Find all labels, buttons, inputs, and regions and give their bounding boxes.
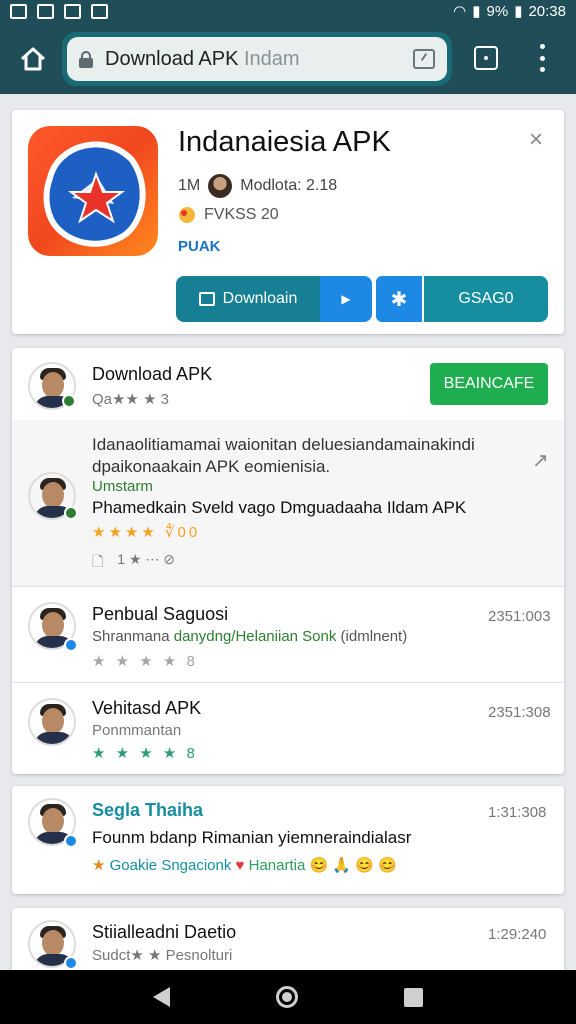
url-bar[interactable]: Download APK Indam <box>62 32 452 86</box>
status-time: 20:38 <box>528 2 566 20</box>
photo-icon <box>91 3 108 19</box>
review-author: Download APK <box>92 364 213 384</box>
reviews-card: Download APK Qa★★ ★ 3 BEAINCAFE Idanaoli… <box>12 348 564 774</box>
download-options-button[interactable]: ▶ <box>320 276 372 322</box>
extra-action-button[interactable]: GSAG0 <box>424 276 548 322</box>
close-icon[interactable]: × <box>526 128 546 152</box>
wifi-icon: ◠ <box>453 3 467 20</box>
overflow-menu-icon[interactable] <box>538 44 546 72</box>
divider <box>12 682 564 683</box>
review-card: Segla Thaiha 1:31:308 Founm bdanp Rimani… <box>12 786 564 894</box>
review-author: Stiialleadni Daetio <box>92 922 237 942</box>
verified-badge-icon <box>64 956 78 970</box>
status-bar: ◠ ▮ 9% ▮ 20:38 <box>0 0 576 22</box>
battery-icon: ▮ <box>514 3 523 20</box>
back-icon[interactable] <box>153 987 170 1007</box>
verified-badge-icon <box>64 506 78 520</box>
review-rating: ★★★★ ∜00 <box>92 524 201 541</box>
app-icon <box>28 126 158 256</box>
review-date: 1:29:240 <box>488 926 547 943</box>
verified-badge-icon <box>64 834 78 848</box>
url-text[interactable]: Download APK Indam <box>105 48 300 71</box>
review-tags: ★ Goakie Sngacionk ♥ Hanartia 😊 🙏 😊 😊 <box>92 857 397 874</box>
review-text: Phamedkain Sveld vago Dmguadaaha Ildam A… <box>92 498 467 517</box>
like-icon[interactable]: 🗋 <box>92 551 103 575</box>
review-actions-text[interactable]: 1 ★ ⋯ ⊘ <box>117 551 175 575</box>
review-sub: Shranmana danydng/Helaniian Sonk (idmlne… <box>92 628 408 645</box>
app-label: PUAK <box>178 238 221 255</box>
home-nav-icon[interactable] <box>276 986 298 1008</box>
review-rating: ★ ★ ★ ★ 8 <box>92 745 198 762</box>
meta-row: FVKSS 20 <box>178 206 279 224</box>
review-author: Vehitasd APK <box>92 698 202 718</box>
battery-percent: 9% <box>486 2 509 20</box>
developer-avatar <box>208 174 233 198</box>
gallery-icon <box>10 3 27 19</box>
developer-row: 1M Modlota: 2.18 <box>178 174 337 198</box>
review-author: Penbual Saguosi <box>92 604 229 624</box>
app-info-card: Indanaiesia APK × 1M Modlota: 2.18 FVKSS… <box>12 110 564 334</box>
developer-prefix: 1M <box>178 177 201 194</box>
review-date: 2351:003 <box>488 608 551 625</box>
system-navigation-bar <box>0 970 576 1024</box>
image-icon <box>37 3 54 19</box>
review-date: 2351:308 <box>488 704 551 721</box>
favorite-button[interactable]: ✱ <box>376 276 422 322</box>
review-card: Stiialleadni Daetio Sudct★ ★ Pesnolturi … <box>12 908 564 978</box>
lock-icon <box>79 51 93 68</box>
download-button-group: Downloain ▶ ✱ GSAG0 <box>176 276 548 322</box>
review-text: Founm bdanp Rimanian yiemneraindialasr <box>92 828 412 847</box>
signal-icon: ▮ <box>472 3 481 20</box>
download-icon <box>198 292 215 306</box>
tabs-icon[interactable] <box>474 46 498 70</box>
browser-toolbar: Download APK Indam <box>0 22 576 94</box>
review-actions: 🗋 1 ★ ⋯ ⊘ <box>92 551 175 575</box>
app-title: Indanaiesia APK <box>178 126 391 158</box>
follow-button[interactable]: BEAINCAFE <box>430 363 548 405</box>
app-meta: FVKSS 20 <box>204 206 279 223</box>
recents-icon[interactable] <box>404 987 423 1007</box>
review-sub: Sudct★ ★ Pesnolturi <box>92 947 233 964</box>
review-date: 1:31:308 <box>488 804 547 821</box>
page-action-icon[interactable] <box>413 49 435 69</box>
developer-name: Modlota: 2.18 <box>240 177 338 194</box>
avatar[interactable] <box>28 698 76 746</box>
review-author: Segla Thaiha <box>92 800 204 820</box>
download-button[interactable]: Downloain <box>176 276 320 322</box>
review-sub: Qa★★ ★ 3 <box>92 391 170 408</box>
review-tag: Umstarm <box>92 478 153 495</box>
home-icon[interactable] <box>18 44 48 74</box>
verified-badge-icon <box>62 394 76 408</box>
expand-arrow-icon[interactable]: ↗ <box>532 448 549 473</box>
review-sub: Ponmmantan <box>92 722 182 739</box>
lock-notification-icon <box>64 3 81 19</box>
divider <box>12 586 564 587</box>
rating-badge-icon <box>179 207 195 223</box>
verified-badge-icon <box>64 638 78 652</box>
review-description: Idanaolitiamamai waionitan deluesiandama… <box>92 435 475 476</box>
review-rating: ★ ★ ★ ★ 8 <box>92 653 198 670</box>
